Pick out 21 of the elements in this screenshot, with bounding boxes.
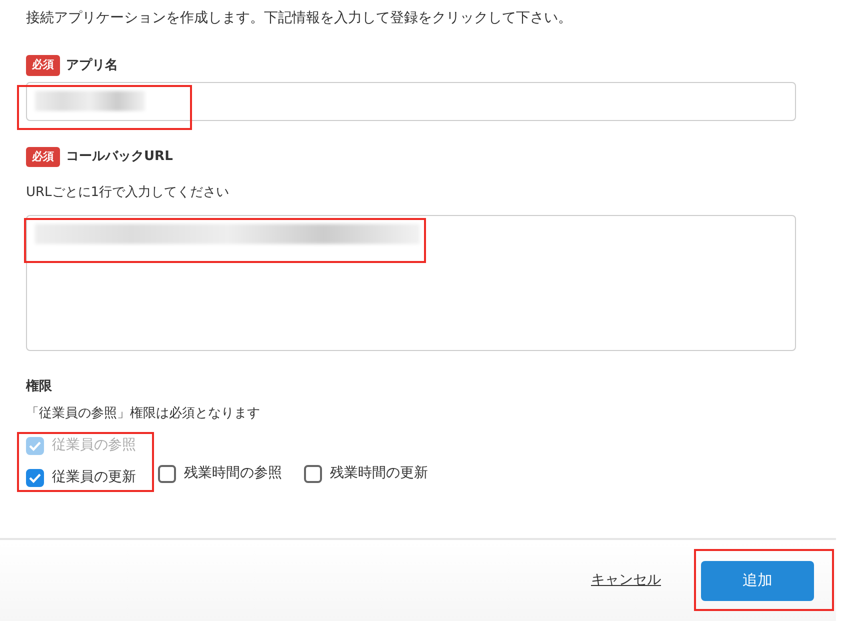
checkbox[interactable] (26, 468, 44, 486)
required-badge: 必須 (26, 146, 60, 167)
field-label: コールバックURL (66, 148, 173, 166)
checkbox[interactable] (158, 464, 176, 482)
checkbox[interactable] (304, 464, 322, 482)
section-hint: 「従業員の参照」権限は必須となります (26, 405, 261, 423)
required-badge: 必須 (26, 55, 60, 76)
input-field[interactable] (26, 82, 796, 120)
add-button[interactable]: 追加 (701, 560, 814, 600)
check-icon (29, 440, 41, 450)
textarea-field[interactable] (26, 214, 796, 350)
checkbox-label: 残業時間の参照 (184, 464, 282, 483)
cancel-link[interactable]: キャンセル (591, 570, 661, 591)
field-label: アプリ名 (66, 56, 118, 74)
intro-text: 接続アプリケーションを作成します。下記情報を入力して登録をクリックして下さい。 (26, 9, 573, 28)
field-hint: URLごとに1行で入力してください (26, 184, 230, 202)
checkbox-label: 残業時間の更新 (330, 464, 428, 483)
checkbox-label: 従業員の参照 (52, 436, 136, 455)
check-icon (29, 472, 41, 482)
checkbox-label: 従業員の更新 (52, 468, 136, 487)
section-label: 権限 (26, 378, 53, 396)
